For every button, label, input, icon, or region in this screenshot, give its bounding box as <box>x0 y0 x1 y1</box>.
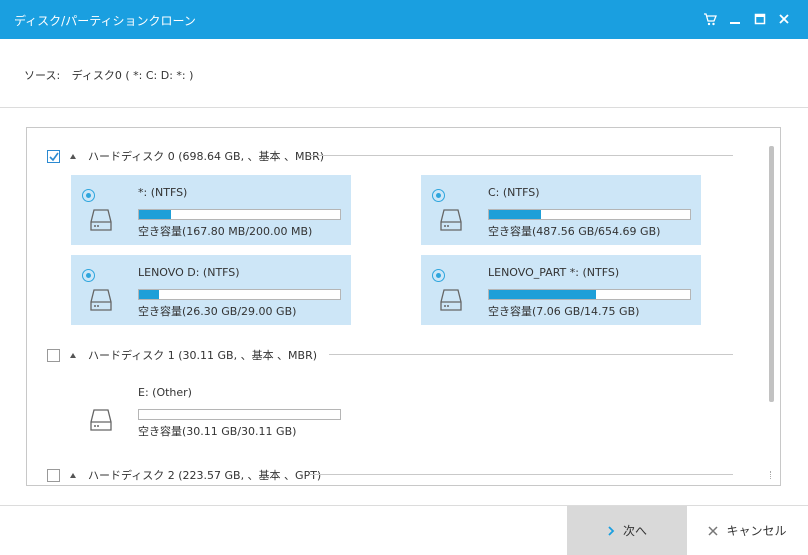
partition-name: *: (NTFS) <box>138 186 188 199</box>
partition-radio[interactable] <box>432 269 445 282</box>
disk-0-checkbox[interactable] <box>47 149 60 163</box>
scrollbar-track <box>770 471 773 479</box>
cancel-label: キャンセル <box>726 524 787 538</box>
drive-icon <box>440 208 462 235</box>
partition-name: C: (NTFS) <box>488 186 540 199</box>
partition-name: LENOVO D: (NTFS) <box>138 266 240 279</box>
minimize-icon[interactable] <box>726 10 744 28</box>
disk-2-checkbox[interactable] <box>47 468 60 482</box>
cart-icon[interactable] <box>701 10 719 28</box>
partition-name: E: (Other) <box>138 386 192 399</box>
partition-free-space: 空き容量(26.30 GB/29.00 GB) <box>138 305 297 318</box>
usage-bar <box>138 289 341 300</box>
partition-card[interactable]: E: (Other) 空き容量(30.11 GB/30.11 GB) <box>71 375 351 445</box>
disk-1-title: ハードディスク 1 (30.11 GB, 、基本 、MBR) <box>88 349 318 362</box>
usage-bar <box>138 209 341 220</box>
disk-2-header[interactable]: ハードディスク 2 (223.57 GB, 、基本 、GPT) <box>47 467 321 483</box>
partition-free-space: 空き容量(30.11 GB/30.11 GB) <box>138 425 297 438</box>
next-button[interactable]: 次へ <box>567 506 687 555</box>
next-label: 次へ <box>622 524 647 538</box>
title-bar: ディスク/パーティションクローン <box>0 0 808 39</box>
chevron-right-icon <box>607 525 615 536</box>
drive-icon <box>90 288 112 315</box>
disk-1-checkbox[interactable] <box>47 348 60 362</box>
window-title: ディスク/パーティションクローン <box>14 14 196 28</box>
partition-name: LENOVO_PART *: (NTFS) <box>488 266 620 279</box>
disk-1-header[interactable]: ハードディスク 1 (30.11 GB, 、基本 、MBR) <box>47 347 317 363</box>
partition-card[interactable]: LENOVO_PART *: (NTFS) 空き容量(7.06 GB/14.75… <box>421 255 701 325</box>
usage-bar <box>138 409 341 420</box>
usage-bar <box>488 289 691 300</box>
divider <box>329 354 733 355</box>
partition-free-space: 空き容量(167.80 MB/200.00 MB) <box>138 225 313 238</box>
partition-free-space: 空き容量(7.06 GB/14.75 GB) <box>488 305 640 318</box>
divider <box>309 474 733 475</box>
cancel-button[interactable]: キャンセル <box>687 506 808 555</box>
collapse-caret-icon[interactable] <box>70 472 76 478</box>
drive-icon <box>90 208 112 235</box>
partition-card[interactable]: *: (NTFS) 空き容量(167.80 MB/200.00 MB) <box>71 175 351 245</box>
disk-list-panel: ハードディスク 0 (698.64 GB, 、基本 、MBR) *: (NTFS… <box>26 127 781 486</box>
source-value: ディスク0 ( *: C: D: *: ) <box>71 69 194 82</box>
drive-icon <box>440 288 462 315</box>
partition-card[interactable]: LENOVO D: (NTFS) 空き容量(26.30 GB/29.00 GB) <box>71 255 351 325</box>
partition-radio[interactable] <box>82 189 95 202</box>
divider <box>0 107 808 108</box>
maximize-icon[interactable] <box>751 10 769 28</box>
drive-icon <box>90 408 112 435</box>
close-icon <box>708 525 719 536</box>
divider <box>309 155 733 156</box>
close-icon[interactable] <box>775 10 793 28</box>
disk-0-title: ハードディスク 0 (698.64 GB, 、基本 、MBR) <box>88 150 325 163</box>
partition-card[interactable]: C: (NTFS) 空き容量(487.56 GB/654.69 GB) <box>421 175 701 245</box>
partition-radio[interactable] <box>432 189 445 202</box>
disk-0-header[interactable]: ハードディスク 0 (698.64 GB, 、基本 、MBR) <box>47 148 324 164</box>
usage-bar <box>488 209 691 220</box>
disk-2-title: ハードディスク 2 (223.57 GB, 、基本 、GPT) <box>88 469 322 482</box>
vertical-scrollbar[interactable] <box>769 146 774 402</box>
collapse-caret-icon[interactable] <box>70 153 76 159</box>
source-label: ソース: <box>24 69 61 82</box>
source-info: ソース: ディスク0 ( *: C: D: *: ) <box>24 67 193 83</box>
partition-free-space: 空き容量(487.56 GB/654.69 GB) <box>488 225 661 238</box>
partition-radio[interactable] <box>82 269 95 282</box>
collapse-caret-icon[interactable] <box>70 352 76 358</box>
